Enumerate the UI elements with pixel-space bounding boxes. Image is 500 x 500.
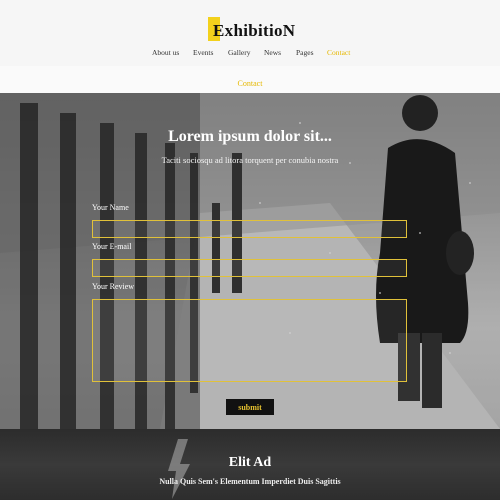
nav-item-news[interactable]: News: [264, 48, 281, 57]
nav-item-about-us[interactable]: About us: [152, 48, 179, 57]
logo-text: ExhibitioN: [213, 21, 296, 40]
submit-button[interactable]: submit: [226, 399, 274, 415]
breadcrumb-current: Contact: [237, 79, 263, 88]
hero-subtitle: Taciti sociosqu ad litora torquent per c…: [161, 155, 339, 165]
review-label: Your Review: [92, 282, 135, 291]
nav-item-events[interactable]: Events: [193, 48, 213, 57]
band-subtitle: Nulla Quis Sem's Elementum Imperdiet Dui…: [159, 477, 341, 486]
nav-item-pages[interactable]: Pages: [296, 48, 314, 57]
email-field[interactable]: [92, 259, 407, 277]
main-nav: About us Events Gallery News Pages Conta…: [0, 48, 500, 60]
band-title: Elit Ad: [228, 455, 272, 470]
promo-band: Elit Ad Nulla Quis Sem's Elementum Imper…: [0, 429, 500, 500]
name-field[interactable]: [92, 220, 407, 238]
nav-item-contact[interactable]: Contact: [327, 48, 350, 57]
nav-item-gallery[interactable]: Gallery: [228, 48, 251, 57]
name-label: Your Name: [92, 203, 129, 212]
breadcrumb: Contact: [0, 66, 500, 93]
review-field[interactable]: [92, 299, 407, 382]
hero-title: Lorem ipsum dolor sit...: [168, 128, 332, 145]
contact-hero: Lorem ipsum dolor sit... Taciti sociosqu…: [0, 93, 500, 429]
email-label: Your E-mail: [92, 242, 132, 251]
site-logo[interactable]: ExhibitioN: [208, 17, 295, 41]
site-header: ExhibitioN About us Events Gallery News …: [0, 0, 500, 66]
